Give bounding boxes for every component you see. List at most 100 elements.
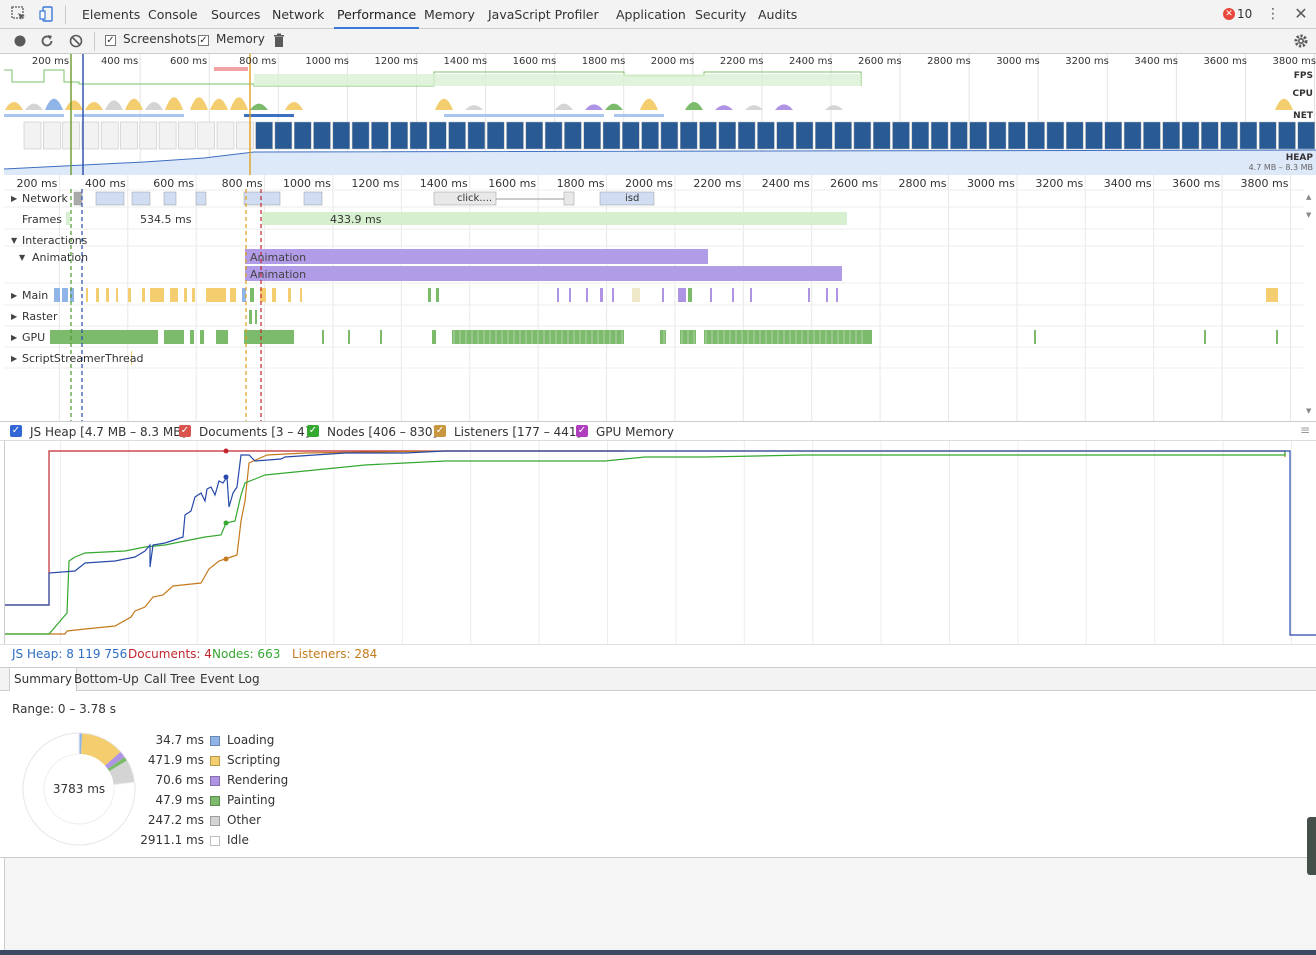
network-request-label[interactable]: click.... [457,193,492,204]
expand-script-streamer-icon[interactable]: ▶ [11,354,17,363]
error-icon[interactable]: ✕ [1223,8,1235,20]
collapse-animation-icon[interactable]: ▼ [19,253,25,262]
track-interactions-label[interactable]: Interactions [22,234,87,247]
expand-raster-icon[interactable]: ▶ [11,312,17,321]
timeline-tick-label: 1200 ms [351,177,400,190]
gpu-memory-checkbox[interactable]: ✓ [576,425,588,437]
screenshot-thumbnail [1104,121,1123,150]
memory-graph[interactable] [4,441,1316,644]
gpu-task [380,330,382,344]
collapse-interactions-icon[interactable]: ▼ [11,236,17,245]
expand-network-icon[interactable]: ▶ [11,194,17,203]
main-thread-task [662,288,664,302]
screenshots-checkbox[interactable]: ✓ [105,35,116,46]
record-icon[interactable] [11,32,29,50]
timeline-tick-label: 3400 ms [1103,177,1152,190]
cpu-activity [465,105,483,110]
settings-gear-icon[interactable] [1292,32,1310,50]
screenshot-thumbnail [1220,121,1238,150]
track-gpu-label[interactable]: GPU [22,331,45,344]
tab-event-log[interactable]: Event Log [196,668,264,691]
track-raster-label[interactable]: Raster [22,310,57,323]
inspect-element-icon[interactable] [10,5,28,23]
overview-tick-label: 1200 ms [374,56,419,67]
js-heap-checkbox[interactable]: ✓ [10,425,22,437]
timeline-overview[interactable]: 200 ms 400 ms 600 ms 800 ms 1000 ms 1200 ms 14… [3,54,1316,175]
scroll-down-icon[interactable]: ▼ [1306,211,1311,219]
gpu-task [660,330,666,344]
tab-security[interactable]: Security [692,0,749,29]
screenshot-thumbnail [236,121,254,150]
scroll-up-icon[interactable]: ▲ [1306,193,1311,201]
animation-bar-label[interactable]: Animation [250,268,306,281]
network-request-label[interactable]: isd [625,193,639,204]
timeline-tick-label: 1800 ms [556,177,605,190]
cpu-activity [105,100,123,110]
main-thread-task [808,288,810,302]
tab-performance[interactable]: Performance [334,0,420,29]
nodes-counter: Nodes: 663 [212,647,281,661]
cpu-activity [685,102,703,110]
main-thread-task [54,288,60,302]
screenshot-thumbnail [660,121,679,150]
tab-sources[interactable]: Sources [208,0,263,29]
memory-checkbox[interactable]: ✓ [198,35,209,46]
side-scrollbar-thumb[interactable] [1307,817,1316,875]
expand-gpu-icon[interactable]: ▶ [11,333,17,342]
animation-bar-label[interactable]: Animation [250,251,306,264]
track-main-label[interactable]: Main [22,289,48,302]
tab-console[interactable]: Console [145,0,201,29]
overview-tick-label: 200 ms [31,56,70,67]
raster-task [255,310,257,324]
clear-icon[interactable] [67,32,85,50]
tab-network[interactable]: Network [269,0,327,29]
screenshot-thumbnail [911,121,930,150]
track-animation-label[interactable]: Animation [32,251,88,264]
nodes-marker [223,520,229,526]
tab-memory[interactable]: Memory [421,0,478,29]
reload-icon[interactable] [38,32,56,50]
tab-summary[interactable]: Summary [9,668,77,691]
overview-tick-label: 3000 ms [996,56,1040,67]
error-count[interactable]: 10 [1237,0,1252,29]
tab-bottom-up[interactable]: Bottom-Up [70,668,143,691]
cpu-activity [745,105,763,110]
listeners-checkbox[interactable]: ✓ [434,425,446,437]
track-network-label[interactable]: Network [22,192,68,205]
vertical-scrollbar[interactable]: ▲ ▼ ▼ [1304,189,1316,421]
main-thread-task [116,288,118,302]
trash-icon[interactable] [270,32,288,50]
device-toolbar-icon[interactable] [38,5,56,23]
summary-color-swatch [210,776,220,786]
documents-checkbox[interactable]: ✓ [179,425,191,437]
screenshot-thumbnail [1123,121,1142,150]
track-script-streamer-label[interactable]: ScriptStreamerThread [22,352,143,365]
overview-tick-label: 600 ms [170,56,208,67]
gpu-task [1276,330,1278,344]
close-icon[interactable]: ✕ [1292,5,1310,23]
screenshot-thumbnail [564,121,582,150]
cpu-activity [435,98,453,110]
nodes-legend-label: Nodes [406 – 830] [327,425,438,439]
tab-call-tree[interactable]: Call Tree [140,668,199,691]
resize-handle-icon[interactable]: ≡ [1300,423,1310,437]
main-thread-task [96,288,99,302]
tab-javascript-profiler[interactable]: JavaScript Profiler [485,0,602,29]
tab-application[interactable]: Application [613,0,689,29]
screenshot-thumbnail [583,121,601,150]
heap-label: HEAP [1285,153,1313,163]
nodes-checkbox[interactable]: ✓ [307,425,319,437]
tab-elements[interactable]: Elements [79,0,143,29]
main-thread-task [836,288,838,302]
expand-main-icon[interactable]: ▶ [11,291,17,300]
listeners-legend-label: Listeners [177 – 441] [454,425,582,439]
screenshot-thumbnail [100,121,119,150]
flame-chart[interactable]: 200 ms 400 ms 600 ms 800 ms 1000 ms 1200 ms 14… [4,175,1316,421]
gpu-task [164,330,184,344]
timeline-tick-label: 1600 ms [488,177,537,190]
scroll-down-icon[interactable]: ▼ [1306,407,1311,415]
screenshot-thumbnail [1258,121,1277,150]
more-vertical-icon[interactable]: ⋮ [1264,5,1282,23]
tab-audits[interactable]: Audits [755,0,800,29]
fps-area [254,74,861,86]
